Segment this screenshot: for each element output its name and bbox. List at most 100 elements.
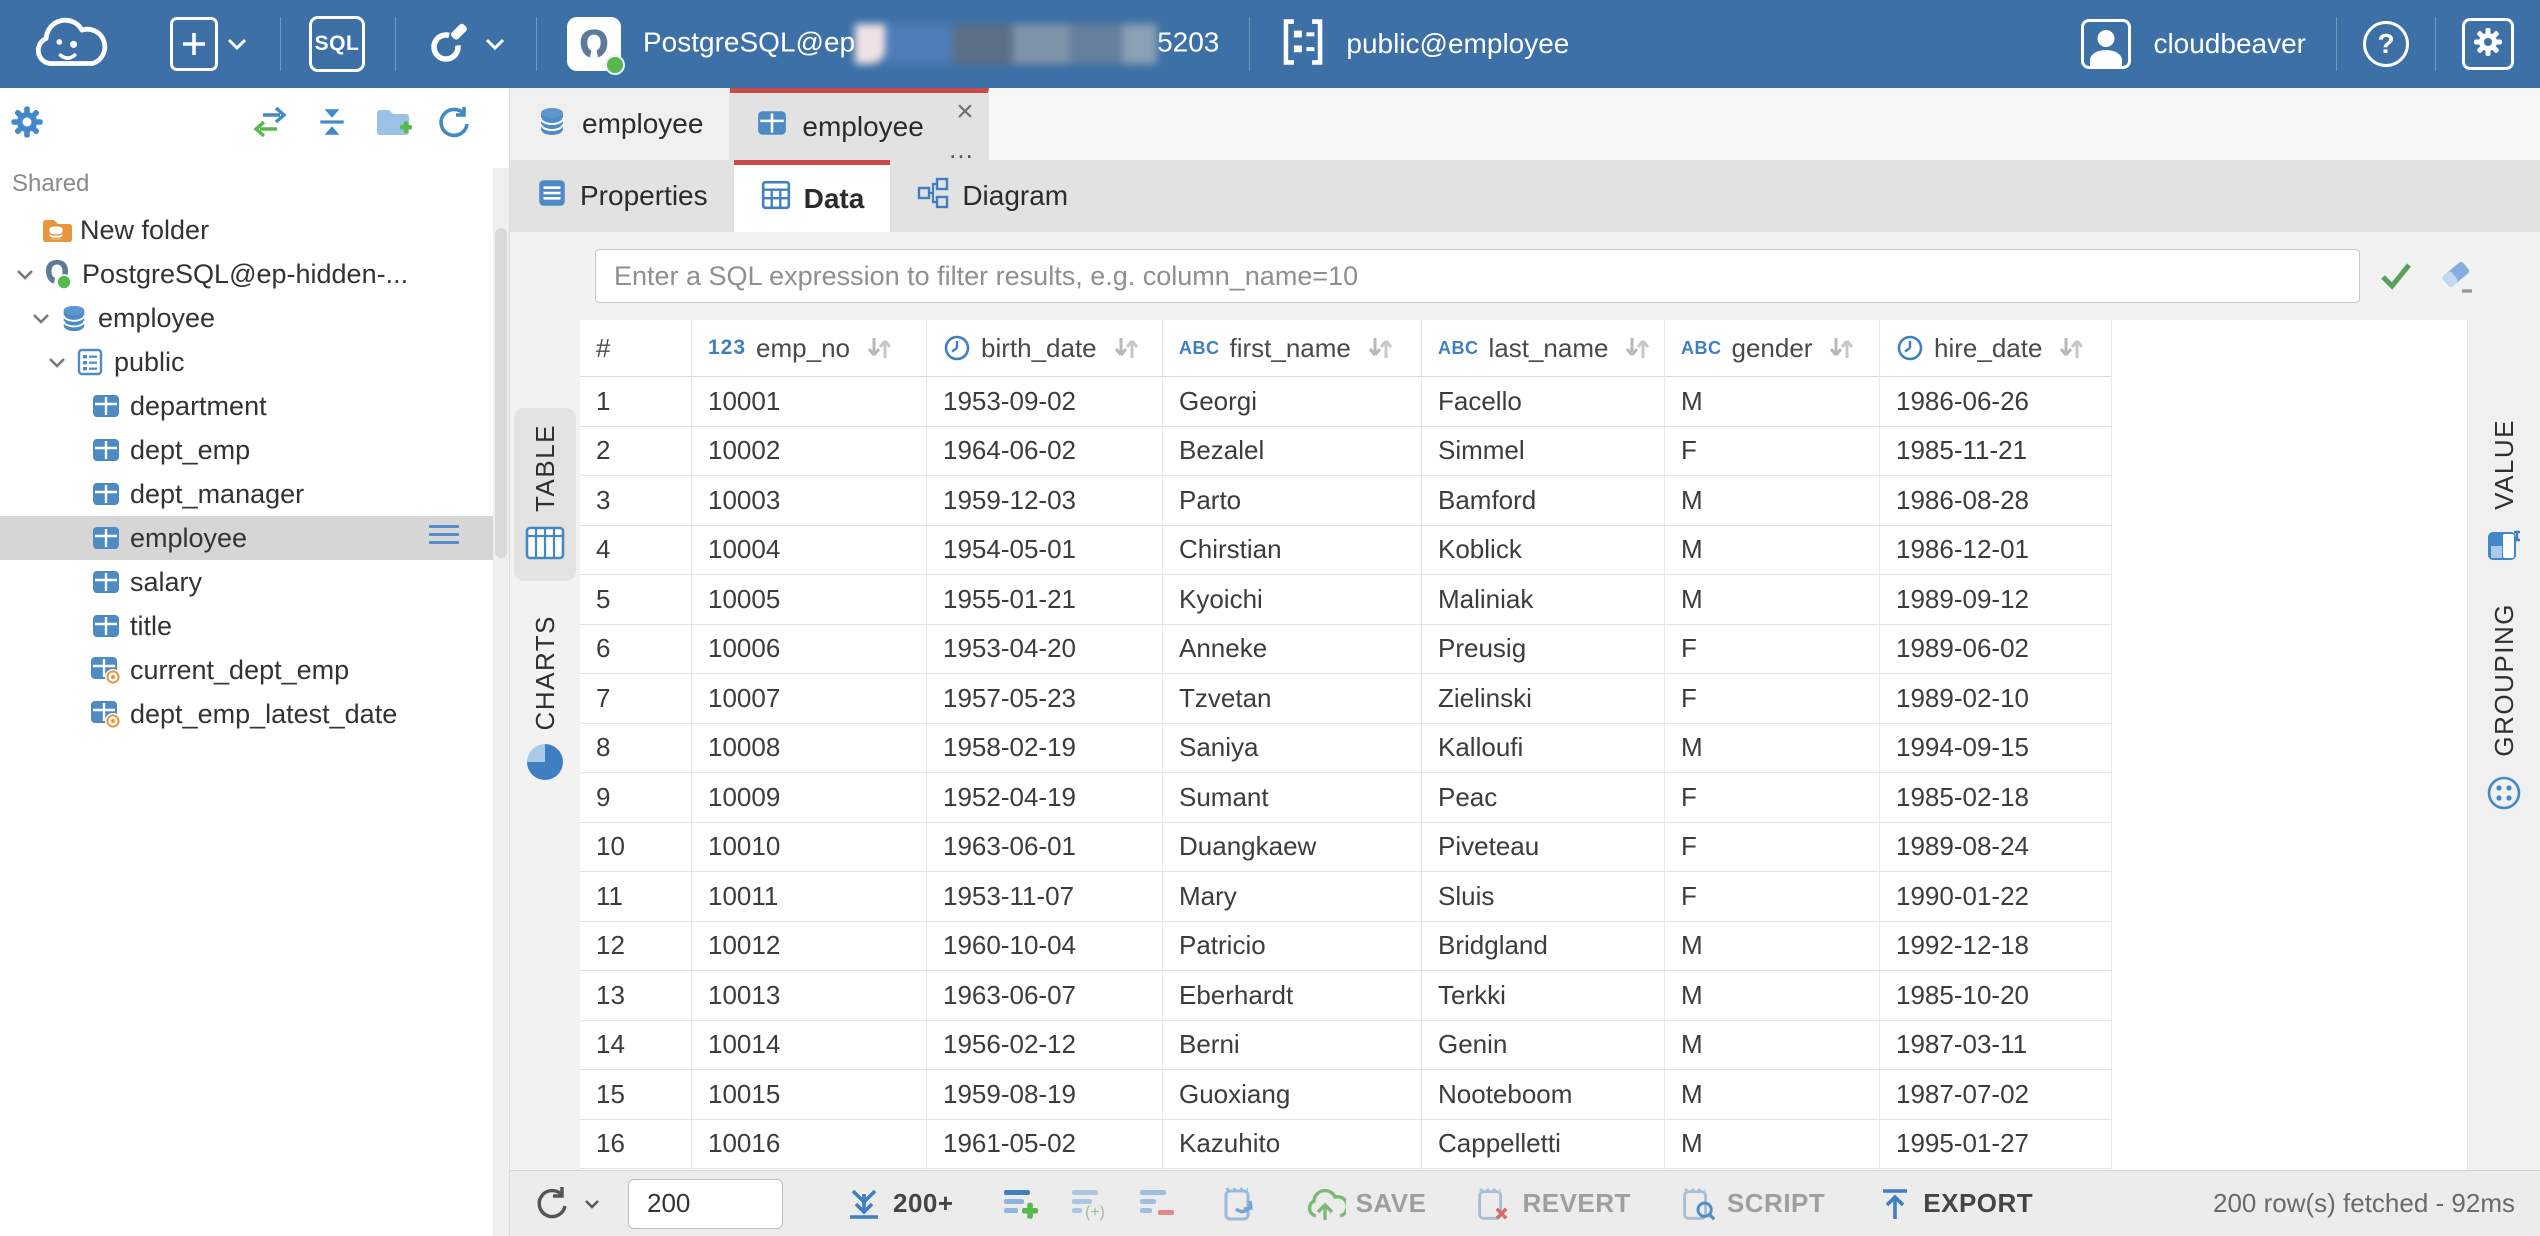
tree-item-department[interactable]: department [0, 384, 493, 428]
driver-manager-button[interactable] [422, 15, 506, 74]
data-cell[interactable]: 1986-12-01 [1880, 526, 2112, 576]
fetch-size-input[interactable] [628, 1179, 783, 1229]
data-cell[interactable]: 10004 [692, 526, 927, 576]
data-cell[interactable]: Peac [1422, 773, 1665, 823]
tree-item-employee[interactable]: employee [0, 296, 493, 340]
data-cell[interactable]: Patricio [1163, 922, 1422, 972]
data-cell[interactable]: Eberhardt [1163, 971, 1422, 1021]
settings-button[interactable] [2462, 18, 2514, 70]
table-row[interactable]: 8100081958-02-19SaniyaKalloufiM1994-09-1… [580, 724, 2112, 774]
sql-filter-input[interactable] [595, 249, 2360, 303]
close-icon[interactable]: × [956, 97, 974, 127]
data-cell[interactable]: 1955-01-21 [927, 575, 1163, 625]
user-menu[interactable]: cloudbeaver [2081, 19, 2306, 69]
tree-item-public[interactable]: public [0, 340, 493, 384]
data-grid[interactable]: #123emp_nobirth_dateABCfirst_nameABClast… [580, 320, 2467, 1170]
column-header-hire_date[interactable]: hire_date [1880, 320, 2112, 377]
data-cell[interactable]: Berni [1163, 1021, 1422, 1071]
save-button[interactable]: SAVE [1304, 1184, 1427, 1224]
refresh-results-button[interactable] [530, 1182, 600, 1226]
data-cell[interactable]: M [1665, 526, 1880, 576]
tree-item-dept-emp-latest-date[interactable]: dept_emp_latest_date [0, 692, 493, 736]
table-row[interactable]: 11100111953-11-07MarySluisF1990-01-22 [580, 872, 2112, 922]
data-cell[interactable]: Duangkaew [1163, 823, 1422, 873]
data-cell[interactable]: 1964-06-02 [927, 427, 1163, 477]
data-cell[interactable]: Mary [1163, 872, 1422, 922]
column-header-birth_date[interactable]: birth_date [927, 320, 1163, 377]
tab-employee-table[interactable]: employee × ... [730, 88, 988, 160]
data-cell[interactable]: Kalloufi [1422, 724, 1665, 774]
data-cell[interactable]: 10014 [692, 1021, 927, 1071]
data-cell[interactable]: F [1665, 773, 1880, 823]
chevron-down-icon[interactable] [8, 268, 42, 281]
export-button[interactable]: EXPORT [1877, 1185, 2033, 1223]
data-cell[interactable]: Guoxiang [1163, 1070, 1422, 1120]
data-cell[interactable]: 1994-09-15 [1880, 724, 2112, 774]
clear-filter-eraser-icon[interactable] [2436, 255, 2478, 297]
data-cell[interactable]: M [1665, 724, 1880, 774]
data-cell[interactable]: 1985-02-18 [1880, 773, 2112, 823]
data-cell[interactable]: M [1665, 922, 1880, 972]
refresh-icon[interactable] [435, 103, 473, 146]
data-cell[interactable]: 1957-05-23 [927, 674, 1163, 724]
data-cell[interactable]: M [1665, 377, 1880, 427]
data-cell[interactable]: 10005 [692, 575, 927, 625]
data-cell[interactable]: 1987-03-11 [1880, 1021, 2112, 1071]
fetch-more-button[interactable]: 200+ [845, 1186, 954, 1222]
sidebar-scrollbar[interactable] [493, 168, 509, 1236]
presentation-tab-table[interactable]: TABLE [514, 408, 576, 581]
data-cell[interactable]: 1986-06-26 [1880, 377, 2112, 427]
data-cell[interactable]: Koblick [1422, 526, 1665, 576]
cloudbeaver-logo-icon[interactable] [28, 11, 112, 78]
tree-item-current-dept-emp[interactable]: current_dept_emp [0, 648, 493, 692]
data-cell[interactable]: 10009 [692, 773, 927, 823]
data-cell[interactable]: F [1665, 872, 1880, 922]
data-cell[interactable]: Kyoichi [1163, 575, 1422, 625]
data-cell[interactable]: 1959-12-03 [927, 476, 1163, 526]
sort-arrows-icon[interactable] [862, 334, 896, 362]
data-cell[interactable]: 1995-01-27 [1880, 1120, 2112, 1170]
data-cell[interactable]: M [1665, 1021, 1880, 1071]
data-cell[interactable]: 10015 [692, 1070, 927, 1120]
sort-arrows-icon[interactable] [1620, 334, 1654, 362]
new-folder-icon[interactable] [373, 104, 413, 145]
tab-diagram[interactable]: Diagram [890, 160, 1094, 232]
data-cell[interactable]: Kazuhito [1163, 1120, 1422, 1170]
data-cell[interactable]: 10007 [692, 674, 927, 724]
panel-tab-grouping[interactable]: GROUPING [2468, 603, 2540, 818]
data-cell[interactable]: 10008 [692, 724, 927, 774]
data-cell[interactable]: Anneke [1163, 625, 1422, 675]
data-cell[interactable]: 1954-05-01 [927, 526, 1163, 576]
table-row[interactable]: 1100011953-09-02GeorgiFacelloM1986-06-26 [580, 377, 2112, 427]
delete-row-button[interactable] [1136, 1184, 1178, 1224]
data-cell[interactable]: F [1665, 427, 1880, 477]
row-menu-icon[interactable] [427, 523, 461, 554]
data-cell[interactable]: 1986-08-28 [1880, 476, 2112, 526]
data-cell[interactable]: 10012 [692, 922, 927, 972]
apply-changes-button[interactable] [1218, 1183, 1260, 1225]
data-cell[interactable]: Saniya [1163, 724, 1422, 774]
data-cell[interactable]: 1958-02-19 [927, 724, 1163, 774]
column-header-last_name[interactable]: ABClast_name [1422, 320, 1665, 377]
data-cell[interactable]: M [1665, 575, 1880, 625]
sort-arrows-icon[interactable] [2054, 334, 2088, 362]
apply-filter-check-icon[interactable] [2376, 257, 2416, 295]
data-cell[interactable]: Georgi [1163, 377, 1422, 427]
data-cell[interactable]: Bezalel [1163, 427, 1422, 477]
tree-item-employee[interactable]: employee [0, 516, 493, 560]
data-cell[interactable]: 10013 [692, 971, 927, 1021]
data-cell[interactable]: Bamford [1422, 476, 1665, 526]
tree-item-postgresql-ep-hidden-[interactable]: PostgreSQL@ep-hidden-... [0, 252, 493, 296]
data-cell[interactable]: Genin [1422, 1021, 1665, 1071]
data-cell[interactable]: Bridgland [1422, 922, 1665, 972]
data-cell[interactable]: Facello [1422, 377, 1665, 427]
data-cell[interactable]: 1985-10-20 [1880, 971, 2112, 1021]
data-cell[interactable]: 1989-09-12 [1880, 575, 2112, 625]
data-cell[interactable]: M [1665, 1070, 1880, 1120]
data-cell[interactable]: F [1665, 674, 1880, 724]
data-cell[interactable]: 1961-05-02 [927, 1120, 1163, 1170]
data-cell[interactable]: 1992-12-18 [1880, 922, 2112, 972]
table-row[interactable]: 7100071957-05-23TzvetanZielinskiF1989-02… [580, 674, 2112, 724]
data-cell[interactable]: Simmel [1422, 427, 1665, 477]
table-row[interactable]: 12100121960-10-04PatricioBridglandM1992-… [580, 922, 2112, 972]
